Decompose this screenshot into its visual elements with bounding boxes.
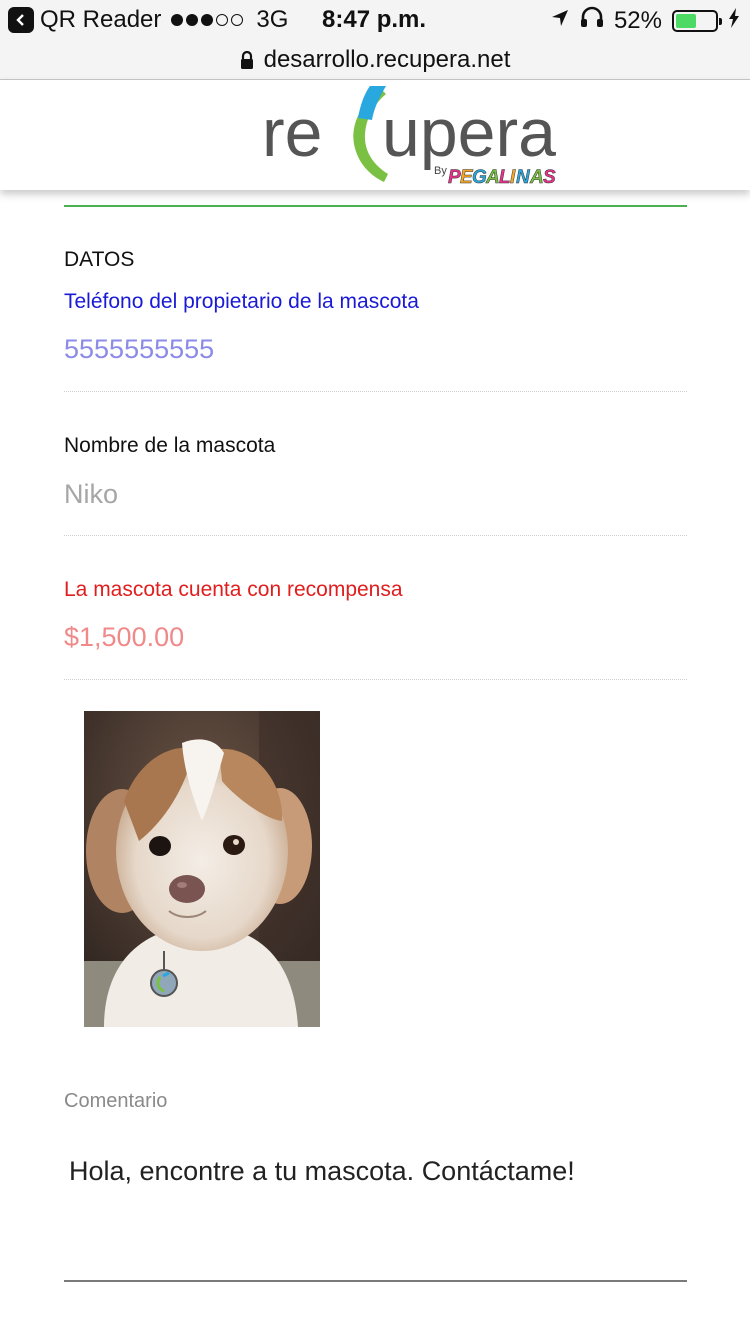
divider: [64, 535, 687, 536]
reward-value: $1,500.00: [64, 622, 185, 652]
svg-text:A: A: [529, 167, 544, 188]
charging-bolt-icon: [728, 7, 740, 35]
network-type: 3G: [256, 6, 289, 33]
comment-underline: [64, 1280, 687, 1282]
owner-phone-value[interactable]: 5555555555: [64, 334, 214, 365]
battery-fill: [676, 13, 696, 28]
svg-text:upera: upera: [382, 95, 556, 171]
status-time: 8:47 p.m.: [322, 6, 427, 33]
back-arrow-icon[interactable]: [8, 7, 34, 33]
battery-icon: [672, 9, 722, 32]
reward-label: La mascota cuenta con recompensa: [64, 578, 403, 601]
svg-text:N: N: [516, 167, 531, 188]
svg-text:re: re: [262, 95, 322, 171]
location-arrow-icon: [550, 7, 570, 35]
divider: [64, 679, 687, 680]
url-bar[interactable]: desarrollo.recupera.net: [0, 40, 750, 80]
recupera-logo[interactable]: re upera By P E G A L I N A S: [262, 82, 572, 188]
svg-text:By: By: [434, 165, 447, 177]
divider: [64, 391, 687, 392]
svg-text:L: L: [499, 167, 511, 188]
status-bar: QR Reader 3G 8:47 p.m. 52%: [0, 0, 750, 40]
back-app-label[interactable]: QR Reader: [40, 6, 161, 34]
owner-phone-label: Teléfono del propietario de la mascota: [64, 290, 419, 313]
headphones-icon: [580, 6, 604, 35]
pet-name-label: Nombre de la mascota: [64, 434, 276, 457]
svg-text:A: A: [485, 167, 500, 188]
pet-name-value: Niko: [64, 479, 119, 509]
pet-photo[interactable]: [84, 711, 320, 1027]
comment-label: Comentario: [64, 1090, 168, 1112]
signal-strength-icon: [171, 14, 246, 26]
header-divider: [64, 205, 687, 207]
battery-percent: 52%: [613, 6, 662, 34]
status-left: QR Reader 3G: [8, 6, 298, 34]
lock-icon: [240, 50, 254, 69]
url-text[interactable]: desarrollo.recupera.net: [264, 46, 511, 74]
status-right: 52%: [540, 6, 740, 35]
svg-text:G: G: [472, 167, 487, 188]
section-title: DATOS: [64, 248, 135, 271]
comment-text[interactable]: Hola, encontre a tu mascota. Contáctame!: [69, 1156, 575, 1187]
svg-text:S: S: [543, 167, 556, 188]
site-header: re upera By P E G A L I N A S: [0, 80, 750, 190]
